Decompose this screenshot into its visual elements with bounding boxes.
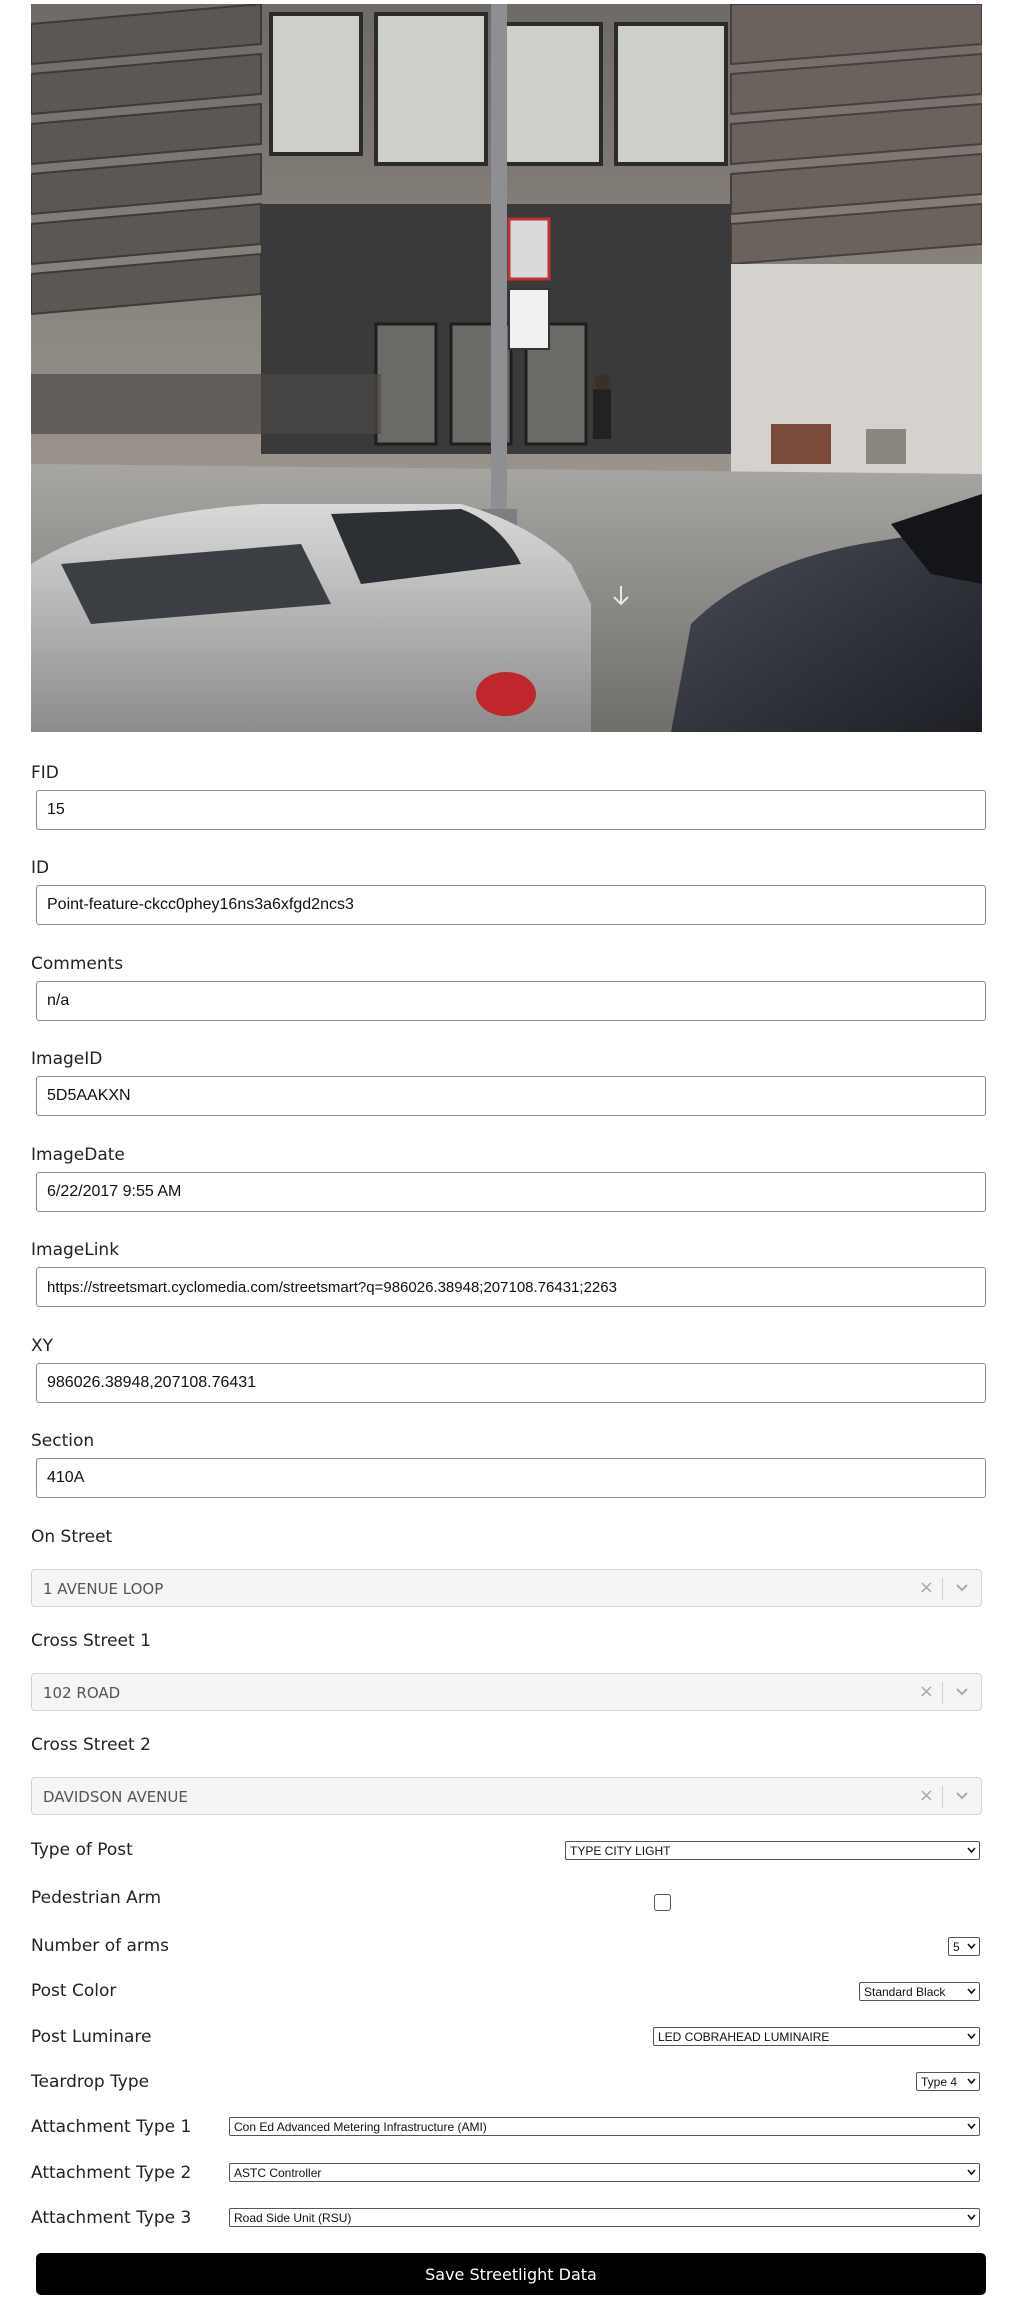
section-label: Section xyxy=(31,1431,95,1451)
street-photo-drawing xyxy=(31,4,982,732)
type-of-post-select[interactable]: TYPE CITY LIGHT xyxy=(565,1841,980,1860)
chevron-down-icon[interactable] xyxy=(955,1791,969,1801)
post-color-label: Post Color xyxy=(31,1981,117,2001)
image-id-label: ImageID xyxy=(31,1049,103,1069)
number-of-arms-select[interactable]: 5 xyxy=(948,1937,980,1956)
image-id-field[interactable] xyxy=(36,1076,986,1116)
image-date-label: ImageDate xyxy=(31,1145,125,1165)
on-street-value: 1 AVENUE LOOP xyxy=(43,1580,164,1598)
post-color-value: Standard Black xyxy=(864,1985,946,1999)
section-field[interactable] xyxy=(36,1458,986,1498)
image-date-field[interactable] xyxy=(36,1172,986,1212)
on-street-label: On Street xyxy=(31,1527,113,1547)
attachment-type-1-label: Attachment Type 1 xyxy=(31,2117,192,2137)
post-color-select[interactable]: Standard Black xyxy=(859,1982,980,2001)
on-street-separator xyxy=(942,1578,943,1600)
image-link-field[interactable] xyxy=(36,1267,986,1307)
teardrop-type-value: Type 4 xyxy=(921,2075,958,2089)
cross-street-1-select[interactable]: 102 ROAD × xyxy=(31,1673,982,1711)
id-field[interactable] xyxy=(36,885,986,925)
comments-field[interactable] xyxy=(36,981,986,1021)
chevron-down-icon xyxy=(967,1943,976,1950)
comments-label: Comments xyxy=(31,954,124,974)
chevron-down-icon xyxy=(967,1847,976,1854)
xy-field[interactable] xyxy=(36,1363,986,1403)
attachment-type-2-label: Attachment Type 2 xyxy=(31,2163,192,2183)
chevron-down-icon[interactable] xyxy=(955,1687,969,1697)
cross-street-2-label: Cross Street 2 xyxy=(31,1735,151,1755)
post-luminaire-select[interactable]: LED COBRAHEAD LUMINAIRE xyxy=(653,2027,980,2046)
cross-street-1-separator xyxy=(942,1682,943,1704)
id-label: ID xyxy=(31,858,50,878)
attachment-type-2-select[interactable]: ASTC Controller xyxy=(229,2163,980,2182)
xy-label: XY xyxy=(31,1336,54,1356)
pedestrian-arm-label: Pedestrian Arm xyxy=(31,1888,162,1908)
number-of-arms-label: Number of arms xyxy=(31,1936,170,1956)
attachment-type-1-select[interactable]: Con Ed Advanced Metering Infrastructure … xyxy=(229,2117,980,2136)
cross-street-2-value: DAVIDSON AVENUE xyxy=(43,1788,188,1806)
cross-street-1-value: 102 ROAD xyxy=(43,1684,121,1702)
chevron-down-icon xyxy=(967,2078,976,2085)
attachment-type-3-select[interactable]: Road Side Unit (RSU) xyxy=(229,2208,980,2227)
attachment-type-1-value: Con Ed Advanced Metering Infrastructure … xyxy=(234,2120,487,2134)
cross-street-2-select[interactable]: DAVIDSON AVENUE × xyxy=(31,1777,982,1815)
on-street-select[interactable]: 1 AVENUE LOOP × xyxy=(31,1569,982,1607)
on-street-clear-icon[interactable]: × xyxy=(919,1577,934,1598)
post-luminaire-label: Post Luminare xyxy=(31,2027,152,2047)
teardrop-type-label: Teardrop Type xyxy=(31,2072,150,2092)
fid-label: FID xyxy=(31,763,59,783)
attachment-type-2-value: ASTC Controller xyxy=(234,2166,322,2180)
save-streetlight-button[interactable]: Save Streetlight Data xyxy=(36,2253,986,2295)
cross-street-2-separator xyxy=(942,1786,943,1808)
cross-street-1-clear-icon[interactable]: × xyxy=(919,1681,934,1702)
post-luminaire-value: LED COBRAHEAD LUMINAIRE xyxy=(658,2030,830,2044)
chevron-down-icon xyxy=(967,2123,976,2130)
chevron-down-icon xyxy=(967,1988,976,1995)
number-of-arms-value: 5 xyxy=(953,1940,960,1954)
chevron-down-icon xyxy=(967,2169,976,2176)
streetlight-form-page: FID ID Comments ImageID ImageDate ImageL… xyxy=(0,0,1014,2299)
attachment-type-3-label: Attachment Type 3 xyxy=(31,2208,192,2228)
type-of-post-value: TYPE CITY LIGHT xyxy=(570,1844,671,1858)
type-of-post-label: Type of Post xyxy=(31,1840,133,1860)
pedestrian-arm-checkbox[interactable] xyxy=(654,1894,671,1911)
chevron-down-icon xyxy=(967,2033,976,2040)
cross-street-1-label: Cross Street 1 xyxy=(31,1631,151,1651)
fid-field[interactable] xyxy=(36,790,986,830)
chevron-down-icon xyxy=(967,2214,976,2221)
attachment-type-3-value: Road Side Unit (RSU) xyxy=(234,2211,352,2225)
image-link-label: ImageLink xyxy=(31,1240,120,1260)
chevron-down-icon[interactable] xyxy=(955,1583,969,1593)
cross-street-2-clear-icon[interactable]: × xyxy=(919,1785,934,1806)
street-photo xyxy=(31,4,982,732)
teardrop-type-select[interactable]: Type 4 xyxy=(916,2072,980,2091)
